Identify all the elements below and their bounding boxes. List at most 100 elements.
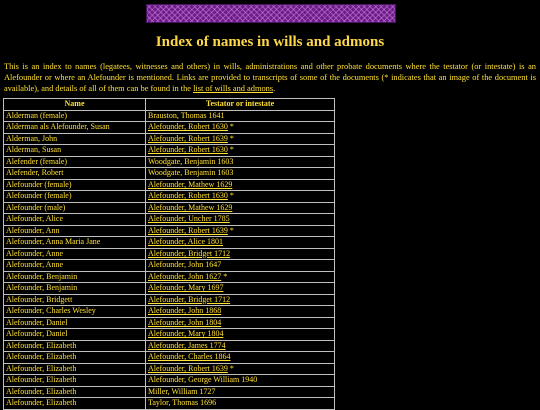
testator-cell: Brauston, Thomas 1641 <box>145 109 335 122</box>
testator-cell: Alefounder, Robert 1639 * <box>145 224 335 237</box>
image-available-marker: * <box>227 363 234 373</box>
table-row: Alefounder, Daniel Alefounder, Mary 1804 <box>3 328 335 341</box>
table-row: Alefender (female) Woodgate, Benjamin 160… <box>3 155 335 168</box>
table-row: Alefounder, Alice Alefounder, Uncher 1785 <box>3 213 335 226</box>
testator-cell: Alefounder, Uncher 1785 <box>145 213 335 226</box>
image-available-marker: * <box>227 133 234 143</box>
testator-cell: Alefounder, John 1647 <box>145 259 335 272</box>
testator-cell: Alefounder, James 1774 <box>145 339 335 352</box>
testator-link[interactable]: Alefounder, Uncher 1785 <box>148 214 230 223</box>
intro-end: . <box>273 84 276 93</box>
table-row: Alefounder (male) Alefounder, Mathew 1629 <box>3 201 335 214</box>
testator-link[interactable]: Alefounder, Bridget 1712 <box>148 249 230 258</box>
testator-cell: Alefounder, Bridget 1712 <box>145 247 335 260</box>
table-row: Alderman (female) Brauston, Thomas 1641 <box>3 109 335 122</box>
page-title: Index of names in wills and admons <box>155 34 385 50</box>
testator-link[interactable]: Alefounder, Robert 1630 <box>148 122 228 131</box>
testator-link[interactable]: Alefounder, Mathew 1629 <box>148 203 232 212</box>
table-row: Alefounder, Ann Alefounder, Robert 1639 * <box>3 224 335 237</box>
name-cell: Alefounder, Elizabeth <box>3 339 146 352</box>
table-row: Alefounder, Anna Maria Jane Alefounder, A… <box>3 236 335 249</box>
testator-cell: Taylor, Thomas 1696 <box>145 397 335 410</box>
testator-link[interactable]: Alefounder, Robert 1639 <box>148 226 228 235</box>
table-row: Alefounder, Elizabeth Miller, William 172… <box>3 385 335 398</box>
table-row: Alderman als Alefounder, Susan Alefounder… <box>3 121 335 134</box>
name-cell: Alefounder, Benjamin <box>3 282 146 295</box>
testator-cell: Alefounder, Mary 1697 <box>145 282 335 295</box>
table-body: Alderman (female) Brauston, Thomas 1641 Al… <box>3 109 335 410</box>
testator-cell: Alefounder, John 1627 * <box>145 270 335 283</box>
table-row: Alefounder, Daniel Alefounder, John 1804 <box>3 316 335 329</box>
testator-link[interactable]: Alefounder, Bridget 1712 <box>148 295 230 304</box>
decorative-banner <box>146 4 396 23</box>
table-row: Alefounder (female) Alefounder, Mathew 16… <box>3 178 335 191</box>
testator-link[interactable]: Alefounder, James 1774 <box>148 341 226 350</box>
name-cell: Alefounder, Elizabeth <box>3 385 146 398</box>
name-cell: Alefounder, Benjamin <box>3 270 146 283</box>
name-cell: Alefounder, Anne <box>3 247 146 260</box>
table-row: Alefounder, Anne Alefounder, John 1647 <box>3 259 335 272</box>
testator-link[interactable]: Alefounder, John 1627 <box>148 272 221 281</box>
name-cell: Alefounder (female) <box>3 178 146 191</box>
intro-paragraph: This is an index to names (legatees, wit… <box>4 61 536 94</box>
testator-link[interactable]: Alefounder, Mary 1804 <box>148 329 223 338</box>
name-cell: Alefounder, Daniel <box>3 316 146 329</box>
testator-cell: Alefounder, John 1804 <box>145 316 335 329</box>
name-cell: Alefounder, Ann <box>3 224 146 237</box>
testator-cell: Alefounder, Mathew 1629 <box>145 178 335 191</box>
testator-link[interactable]: Alefounder, Robert 1639 <box>148 134 228 143</box>
table-row: Alderman, John Alefounder, Robert 1639 * <box>3 132 335 145</box>
table-row: Alefounder, Elizabeth Alefounder, James 1… <box>3 339 335 352</box>
testator-link[interactable]: Alefounder, Mary 1697 <box>148 283 223 292</box>
testator-link[interactable]: Alefounder, John 1868 <box>148 306 221 315</box>
name-cell: Alefounder, Daniel <box>3 328 146 341</box>
table-row: Alefounder, Benjamin Alefounder, John 162… <box>3 270 335 283</box>
testator-link[interactable]: Alefounder, Mathew 1629 <box>148 180 232 189</box>
image-available-marker: * <box>221 271 228 281</box>
list-of-wills-link[interactable]: list of wills and admons <box>193 84 273 93</box>
name-cell: Alefender, Robert <box>3 167 146 180</box>
name-cell: Alefounder (female) <box>3 190 146 203</box>
testator-cell: Alefounder, Robert 1639 * <box>145 362 335 375</box>
table-row: Alefounder, Anne Alefounder, Bridget 1712 <box>3 247 335 260</box>
name-cell: Alefounder, Charles Wesley <box>3 305 146 318</box>
image-available-marker: * <box>227 191 234 201</box>
testator-cell: Alefounder, George William 1940 <box>145 374 335 387</box>
testator-cell: Alefounder, Robert 1630 * <box>145 190 335 203</box>
table-row: Alefounder, Elizabeth Taylor, Thomas 1696 <box>3 397 335 410</box>
testator-link[interactable]: Alefounder, John 1804 <box>148 318 221 327</box>
table-row: Alefounder, Charles Wesley Alefounder, Jo… <box>3 305 335 318</box>
name-cell: Alderman (female) <box>3 109 146 122</box>
name-cell: Alefounder, Bridgett <box>3 293 146 306</box>
testator-cell: Miller, William 1727 <box>145 385 335 398</box>
image-available-marker: * <box>227 122 234 132</box>
name-cell: Alderman als Alefounder, Susan <box>3 121 146 134</box>
name-cell: Alefounder, Alice <box>3 213 146 226</box>
testator-cell: Woodgate, Benjamin 1603 <box>145 167 335 180</box>
testator-link[interactable]: Alefounder, Charles 1864 <box>148 352 231 361</box>
testator-link[interactable]: Alefounder, Robert 1639 <box>148 364 228 373</box>
name-cell: Alefounder, Anne <box>3 259 146 272</box>
testator-link[interactable]: Alefounder, Alice 1801 <box>148 237 223 246</box>
testator-cell: Alefounder, Alice 1801 <box>145 236 335 249</box>
name-cell: Alderman, Susan <box>3 144 146 157</box>
image-available-marker: * <box>227 145 234 155</box>
name-cell: Alefounder, Elizabeth <box>3 351 146 364</box>
testator-link[interactable]: Alefounder, Robert 1630 <box>148 145 228 154</box>
header-name: Name <box>3 98 146 111</box>
name-cell: Alefounder, Elizabeth <box>3 374 146 387</box>
header-testator: Testator or intestate <box>145 98 335 111</box>
name-cell: Alefounder, Elizabeth <box>3 397 146 410</box>
testator-cell: Alefounder, Charles 1864 <box>145 351 335 364</box>
table-row: Alefounder, Elizabeth Alefounder, Robert … <box>3 362 335 375</box>
table-row: Alderman, Susan Alefounder, Robert 1630 * <box>3 144 335 157</box>
testator-cell: Alefounder, Robert 1630 * <box>145 121 335 134</box>
testator-cell: Alefounder, John 1868 <box>145 305 335 318</box>
table-row: Alefounder, Elizabeth Alefounder, Charles… <box>3 351 335 364</box>
testator-cell: Alefounder, Mary 1804 <box>145 328 335 341</box>
testator-cell: Alefounder, Mathew 1629 <box>145 201 335 214</box>
testator-cell: Alefounder, Robert 1630 * <box>145 144 335 157</box>
table-header-row: Name Testator or intestate <box>3 98 335 111</box>
table-row: Alefounder, Elizabeth Alefounder, George … <box>3 374 335 387</box>
testator-link[interactable]: Alefounder, Robert 1630 <box>148 191 228 200</box>
